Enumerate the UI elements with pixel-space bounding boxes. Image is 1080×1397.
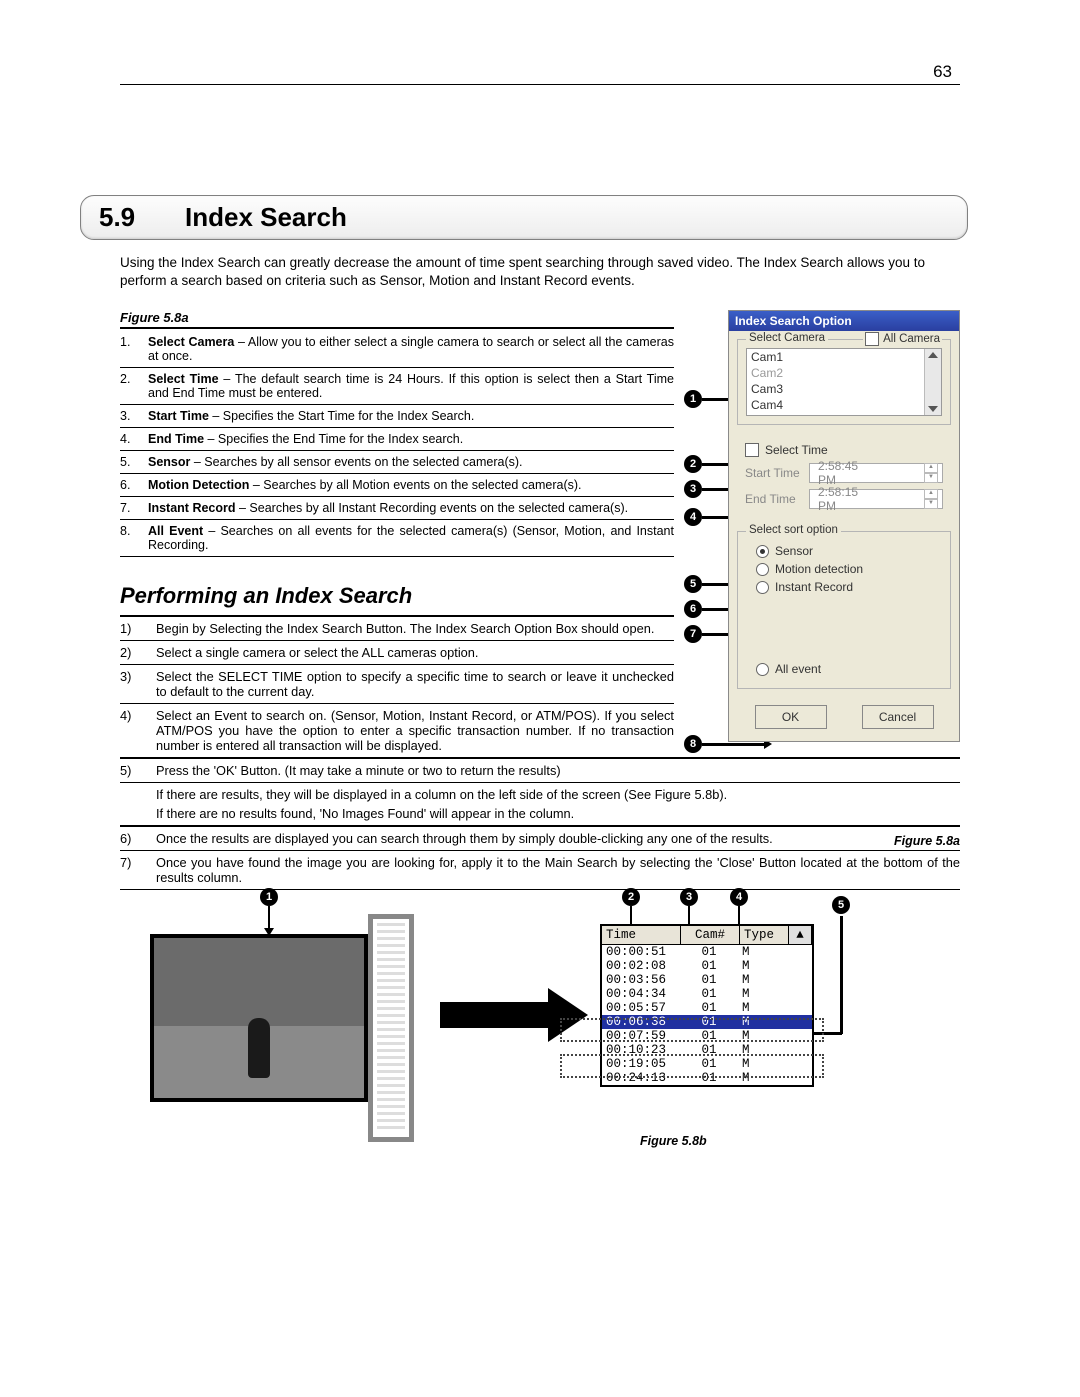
- callout-5: 5: [684, 575, 702, 593]
- callout-8: 8: [684, 735, 702, 753]
- callout-4: 4: [684, 508, 702, 526]
- figure-caption-b: Figure 5.8b: [640, 1134, 707, 1148]
- radio-sensor[interactable]: Sensor: [756, 544, 942, 558]
- dashed-highlight-top: [560, 1018, 824, 1042]
- intro-paragraph: Using the Index Search can greatly decre…: [120, 254, 960, 290]
- section-header: 5.9 Index Search: [80, 195, 968, 240]
- scrollbar[interactable]: [924, 349, 941, 415]
- list-item[interactable]: Cam2: [751, 365, 941, 381]
- dialog-title: Index Search Option: [729, 311, 959, 331]
- table-row[interactable]: 00:03:5601M: [602, 973, 812, 987]
- steps-5: 5)Press the 'OK' Button. (It may take a …: [120, 757, 960, 782]
- index-search-option-dialog: Index Search Option Select Camera All Ca…: [728, 310, 960, 742]
- definitions-list: 1.Select Camera – Allow you to either se…: [120, 331, 674, 557]
- figure-caption-a: Figure 5.8a: [894, 834, 960, 848]
- list-item[interactable]: Cam3: [751, 381, 941, 397]
- select-time-checkbox[interactable]: Select Time: [745, 443, 943, 457]
- table-row[interactable]: 00:05:5701M: [602, 1001, 812, 1015]
- list-item[interactable]: Cam4: [751, 397, 941, 413]
- camera-listbox[interactable]: Cam1 Cam2 Cam3 Cam4: [746, 348, 942, 416]
- table-row[interactable]: 00:02:0801M: [602, 959, 812, 973]
- result-note-2: If there are no results found, 'No Image…: [120, 806, 960, 825]
- callout-6: 6: [684, 600, 702, 618]
- subheading: Performing an Index Search: [120, 583, 674, 609]
- results-strip: [368, 914, 414, 1142]
- callout-7: 7: [684, 625, 702, 643]
- select-camera-group: Select Camera All Camera Cam1 Cam2 Cam3 …: [737, 339, 951, 425]
- list-item[interactable]: Cam1: [751, 349, 941, 365]
- radio-all-event[interactable]: All event: [756, 662, 942, 676]
- callout-2: 2: [684, 455, 702, 473]
- section-title: Index Search: [185, 202, 347, 233]
- radio-instant[interactable]: Instant Record: [756, 580, 942, 594]
- figure-5-8b: 1 2 3 4 5 Time Cam# Type ▲ 00:00:5101M00…: [120, 908, 960, 1168]
- top-rule: [120, 84, 960, 85]
- video-preview: [150, 934, 368, 1102]
- start-time-field[interactable]: Start Time 2:58:45 PM▲▼: [745, 463, 943, 483]
- table-row[interactable]: 00:04:3401M: [602, 987, 812, 1001]
- sort-option-group: Select sort option Sensor Motion detecti…: [737, 531, 951, 689]
- callout-3: 3: [684, 480, 702, 498]
- ok-button[interactable]: OK: [755, 705, 827, 729]
- dashed-highlight-bottom: [560, 1054, 824, 1078]
- section-number: 5.9: [99, 202, 185, 233]
- all-camera-checkbox[interactable]: All Camera: [863, 332, 942, 346]
- result-note-1: If there are results, they will be displ…: [120, 782, 960, 806]
- page-number: 63: [933, 62, 952, 82]
- table-row[interactable]: 00:00:5101M: [602, 945, 812, 959]
- radio-motion[interactable]: Motion detection: [756, 562, 942, 576]
- figure-5-8a: 1 2 3 4 5 6 7 8 Index Search Option Sele…: [690, 310, 960, 757]
- steps-1-4: 1)Begin by Selecting the Index Search Bu…: [120, 615, 674, 757]
- figure-label-a: Figure 5.8a: [120, 310, 674, 325]
- cancel-button[interactable]: Cancel: [862, 705, 934, 729]
- callout-1: 1: [684, 390, 702, 408]
- steps-6-7: 6)Once the results are displayed you can…: [120, 825, 960, 889]
- end-time-field[interactable]: End Time 2:58:15 PM▲▼: [745, 489, 943, 509]
